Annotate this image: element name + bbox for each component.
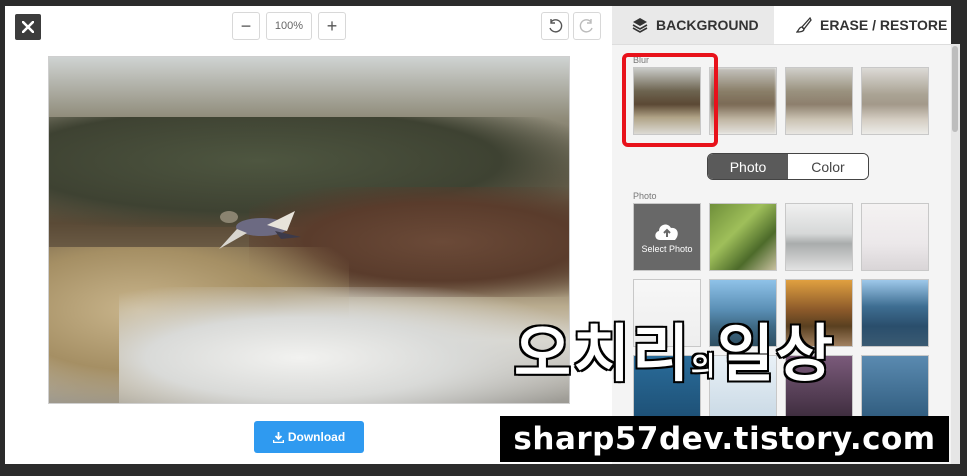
download-button[interactable]: Download [254,421,364,453]
panel-scrollbar-thumb[interactable] [952,46,958,132]
toggle-photo[interactable]: Photo [708,154,788,179]
cloud-upload-icon [655,223,678,240]
redo-button[interactable] [573,12,601,40]
undo-button[interactable] [541,12,569,40]
photo-canvas[interactable] [48,56,570,404]
select-photo-button[interactable]: Select Photo [633,203,701,271]
watermark-title: 오치리의일상 [512,315,836,406]
select-photo-label: Select Photo [641,243,693,254]
background-photo-mountain[interactable] [861,279,929,347]
background-type-toggle: Photo Color [707,153,869,180]
tab-divider [612,44,951,45]
tab-background[interactable]: BACKGROUND [612,6,774,44]
zoom-controls: − 100% + [232,12,346,40]
watermark-title-part3: 일상 [716,319,836,391]
selection-highlight [622,53,718,147]
redo-icon [579,19,593,33]
close-icon [22,21,34,33]
undo-icon [549,19,563,33]
minus-icon: − [240,16,252,36]
background-photo-hall[interactable] [785,203,853,271]
zoom-level: 100% [266,12,312,40]
background-photo-garden[interactable] [709,203,777,271]
zoom-out-button[interactable]: − [232,12,260,40]
photo-snow-rocks [119,287,569,403]
panel-tabs: BACKGROUND ERASE / RESTORE [612,6,951,44]
watermark-url: sharp57dev.tistory.com [500,416,949,462]
duck-image [219,211,301,249]
tab-erase-label: ERASE / RESTORE [820,17,948,33]
download-icon [272,431,284,443]
brush-icon [796,17,812,33]
blur-option-medium[interactable] [785,67,853,135]
layers-icon [632,18,648,33]
plus-icon: + [326,16,338,36]
download-label: Download [287,430,346,444]
background-photo-sea[interactable] [861,355,929,423]
blur-option-low[interactable] [709,67,777,135]
tab-erase-restore[interactable]: ERASE / RESTORE [774,6,951,44]
panel-scrollbar[interactable] [951,44,960,464]
blur-option-high[interactable] [861,67,929,135]
background-photo-white[interactable] [861,203,929,271]
zoom-in-button[interactable]: + [318,12,346,40]
toggle-color[interactable]: Color [788,154,868,179]
watermark-title-part1: 오치리 [512,319,692,391]
tab-background-label: BACKGROUND [656,17,759,33]
photo-section-label: Photo [633,191,657,201]
watermark-title-part2: 의 [690,350,718,383]
history-controls [541,12,601,40]
close-button[interactable] [15,14,41,40]
